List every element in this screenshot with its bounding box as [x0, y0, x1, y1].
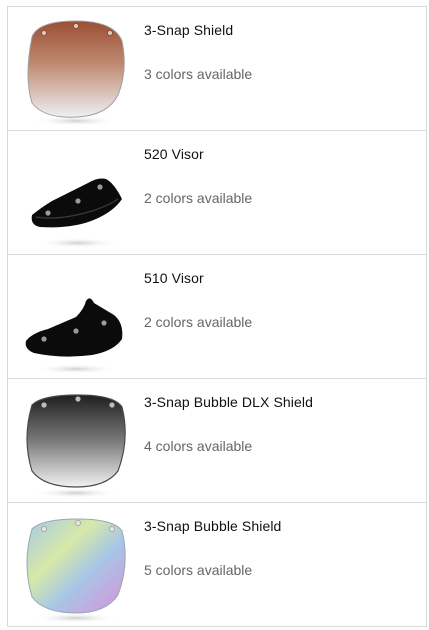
product-name[interactable]: 520 Visor: [144, 146, 204, 162]
product-card[interactable]: 3-Snap Shield 3 colors available: [7, 6, 427, 130]
three-snap-shield-icon[interactable]: [18, 11, 130, 127]
product-name[interactable]: 3-Snap Bubble DLX Shield: [144, 394, 313, 410]
product-card[interactable]: 3-Snap Bubble Shield 5 colors available: [7, 502, 427, 627]
product-card[interactable]: 3-Snap Bubble DLX Shield 4 colors availa…: [7, 378, 427, 502]
bubble-shield-icon[interactable]: [18, 507, 130, 623]
product-name[interactable]: 510 Visor: [144, 270, 204, 286]
product-card[interactable]: 520 Visor 2 colors available: [7, 130, 427, 254]
product-list: 3-Snap Shield 3 colors available 520 Vis…: [7, 6, 427, 627]
color-count: 4 colors available: [144, 438, 253, 454]
color-count: 3 colors available: [144, 66, 253, 82]
product-name[interactable]: 3-Snap Shield: [144, 22, 233, 38]
product-name[interactable]: 3-Snap Bubble Shield: [144, 518, 281, 534]
color-count: 2 colors available: [144, 190, 253, 206]
visor-520-icon[interactable]: [18, 135, 130, 251]
visor-510-icon[interactable]: [18, 259, 130, 375]
color-count: 5 colors available: [144, 562, 253, 578]
bubble-dlx-shield-icon[interactable]: [18, 383, 130, 499]
color-count: 2 colors available: [144, 314, 253, 330]
product-card[interactable]: 510 Visor 2 colors available: [7, 254, 427, 378]
